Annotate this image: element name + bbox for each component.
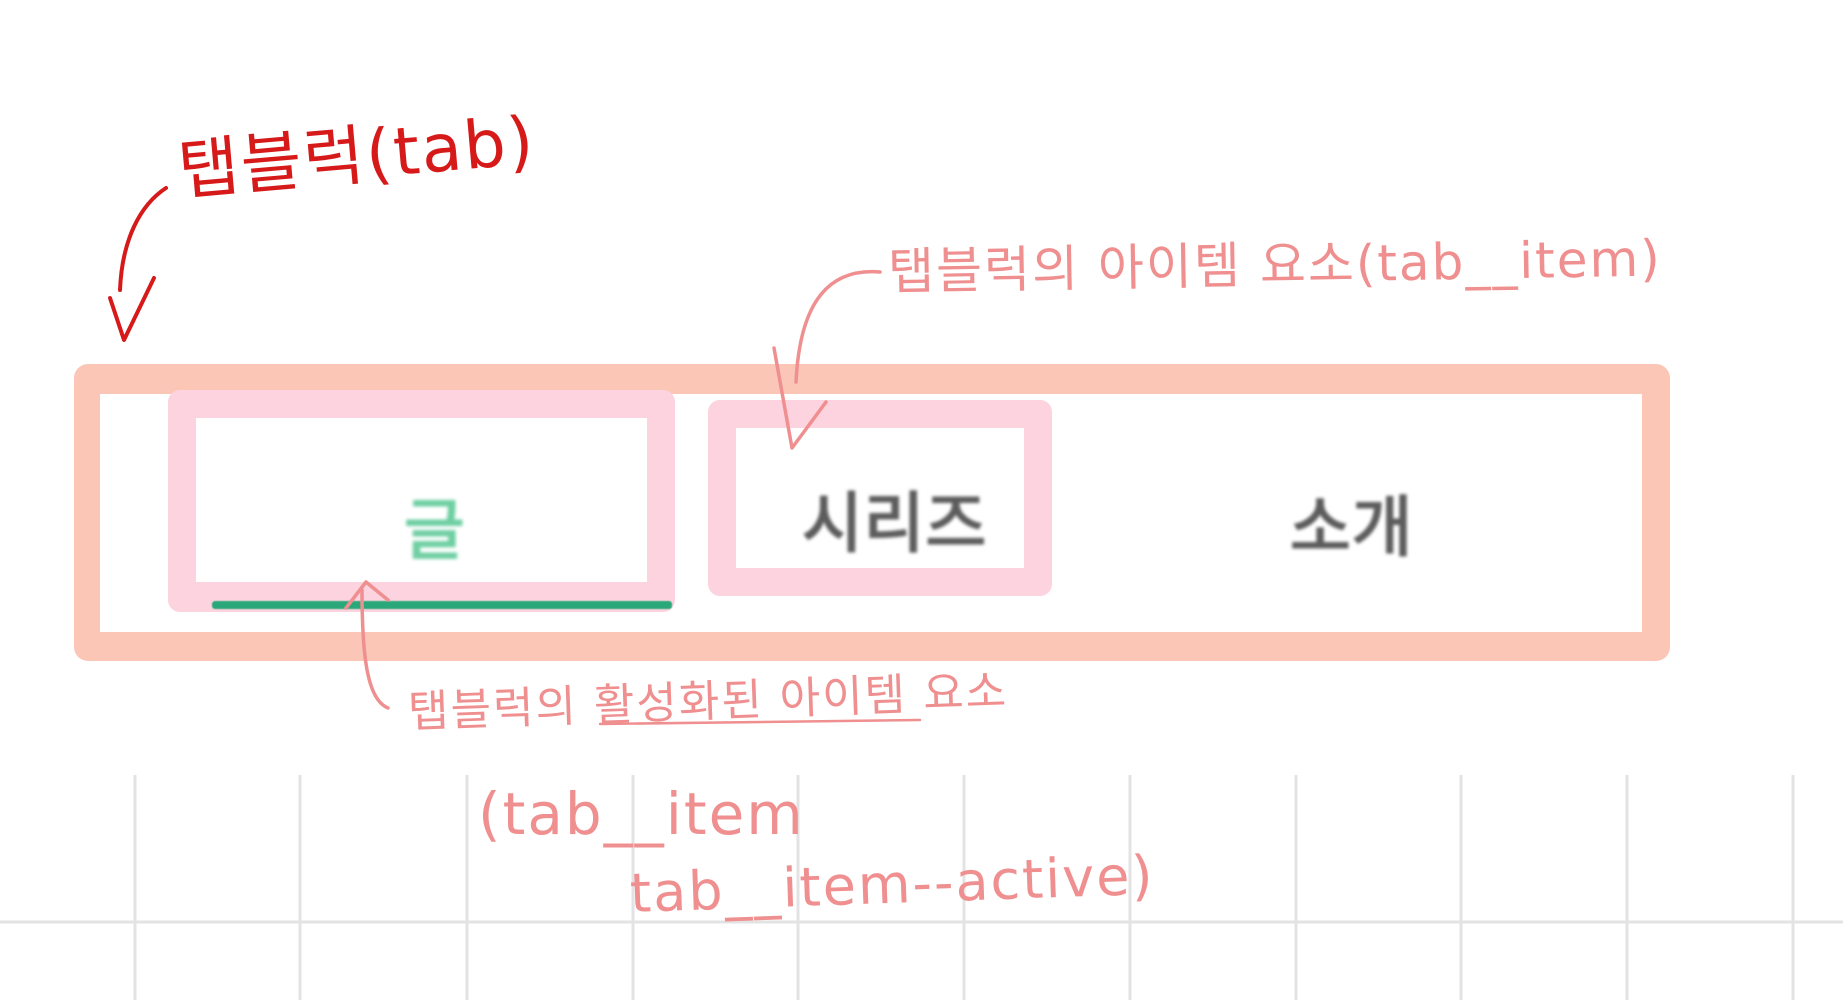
active-class-annotation-line2: tab__item--active) (628, 843, 1156, 925)
active-class-annotation-line1: (tab__item (478, 780, 805, 848)
active-item-annotation: 탭블럭의 활성화된 아이템 요소 (407, 666, 1009, 738)
annotated-diagram: 글 시리즈 소개 탭블럭(tab) 탭블럭의 아이템 요소(tab__item)… (0, 0, 1843, 1000)
active-tab-indicator (212, 601, 672, 609)
tab-block-annotation: 탭블럭(tab) (175, 101, 539, 210)
tab-label-posts[interactable]: 글 (404, 477, 466, 573)
tab-label-series[interactable]: 시리즈 (802, 470, 987, 566)
tab-item-annotation: 탭블럭의 아이템 요소(tab__item) (887, 229, 1663, 301)
tab-label-about[interactable]: 소개 (1290, 474, 1413, 570)
